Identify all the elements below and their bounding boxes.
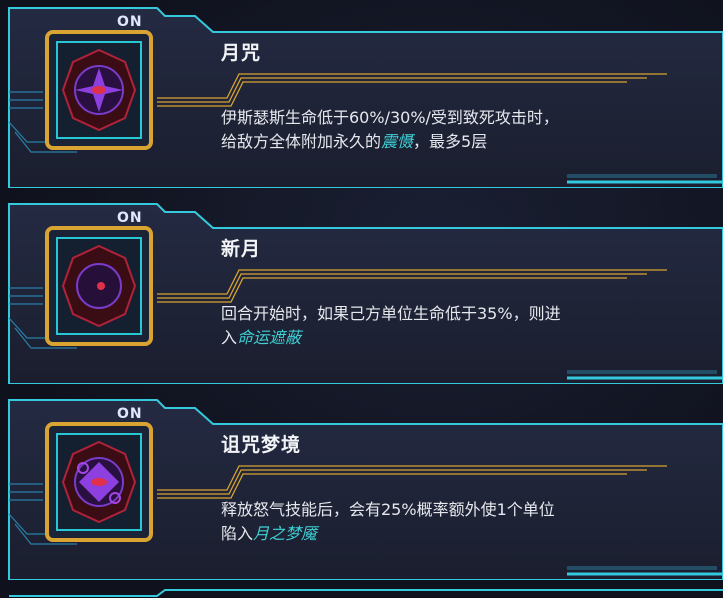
next-card-edge	[9, 589, 723, 597]
desc-text: ，最多5层	[413, 132, 488, 151]
desc-text: 入	[221, 328, 238, 347]
keyword-link[interactable]: 月之梦魇	[253, 524, 317, 543]
talent-card-1[interactable]: ON 月咒 伊斯瑟斯生命低于60%/30%/受到致死攻击时， 给敌方全体附加永久…	[7, 2, 723, 188]
desc-text: 伊斯瑟斯生命低于60%/30%/受到致死攻击时，	[221, 108, 559, 127]
talent-card-3[interactable]: ON 诅咒梦境 释放怒气技能后，会有25%概率额外使1个单位 陷入月之梦魇	[7, 394, 723, 580]
talent-title: 诅咒梦境	[221, 434, 302, 456]
moon-curse-sigil-icon	[45, 30, 153, 150]
cursed-dream-sigil-icon	[45, 422, 153, 542]
desc-text: 给敌方全体附加永久的	[221, 132, 382, 151]
talent-title: 月咒	[221, 42, 262, 64]
talent-title: 新月	[221, 238, 262, 260]
desc-text: 陷入	[221, 524, 254, 543]
talent-description: 回合开始时，如果己方单位生命低于35%，则进 入命运遮蔽	[221, 302, 681, 350]
desc-text: 释放怒气技能后，会有25%概率额外使1个单位	[221, 500, 555, 519]
desc-text: 回合开始时，如果己方单位生命低于35%，则进	[221, 304, 561, 323]
talent-description: 伊斯瑟斯生命低于60%/30%/受到致死攻击时， 给敌方全体附加永久的震慑，最多…	[221, 106, 681, 154]
new-moon-sigil-icon	[45, 226, 153, 346]
talent-card-2[interactable]: ON 新月 回合开始时，如果己方单位生命低于35%，则进 入命运遮蔽	[7, 198, 723, 384]
keyword-link[interactable]: 震慑	[381, 132, 413, 151]
keyword-link[interactable]: 命运遮蔽	[237, 328, 301, 347]
talent-description: 释放怒气技能后，会有25%概率额外使1个单位 陷入月之梦魇	[221, 498, 681, 546]
